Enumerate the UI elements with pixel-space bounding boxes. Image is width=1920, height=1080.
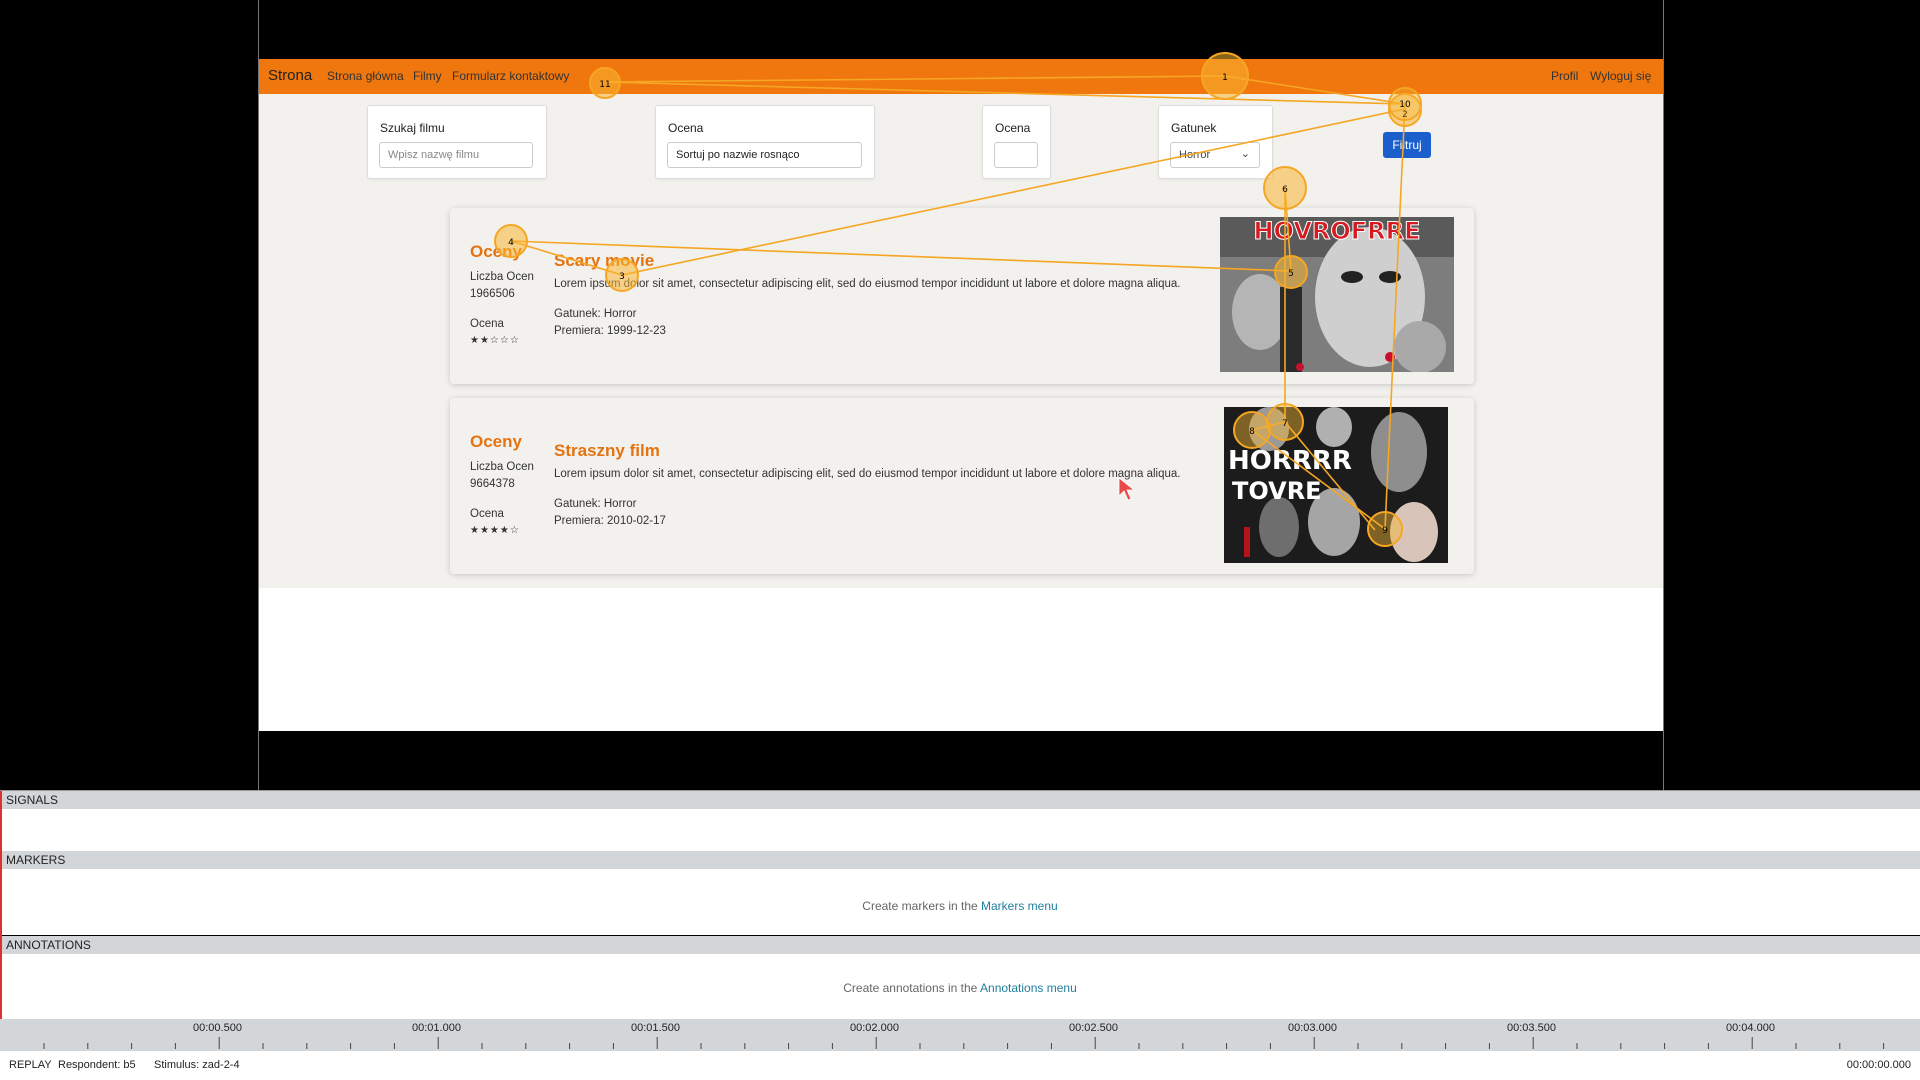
respondent-label: Respondent: b5 <box>58 1059 136 1071</box>
fixation-6: 6 <box>1263 166 1307 210</box>
fixation-label: 6 <box>1282 185 1288 195</box>
fixation-label: 4 <box>508 238 514 248</box>
annotations-panel: Create annotations in the Annotations me… <box>0 954 1920 1019</box>
fixation-label: 11 <box>599 80 610 90</box>
fixation-label: 7 <box>1282 419 1288 429</box>
mouse-cursor-icon <box>1118 477 1136 501</box>
fixation-5: 5 <box>1274 255 1308 289</box>
annotations-panel-header[interactable]: ANNOTATIONS <box>0 936 1920 954</box>
fixation-label: 8 <box>1249 427 1255 437</box>
markers-hint: Create markers in the Markers menu <box>0 899 1920 913</box>
fixation-8: 8 <box>1233 411 1271 449</box>
fixation-label: 9 <box>1382 526 1388 536</box>
markers-panel-header[interactable]: MARKERS <box>0 851 1920 869</box>
timeline-label: 00:01.000 <box>412 1022 461 1034</box>
fixation-4: 4 <box>494 224 528 258</box>
timeline-label: 00:00.500 <box>193 1022 242 1034</box>
timeline-label: 00:04.000 <box>1726 1022 1775 1034</box>
fixation-9: 9 <box>1367 511 1403 547</box>
annotations-hint: Create annotations in the Annotations me… <box>0 981 1920 995</box>
playhead-marker[interactable] <box>0 791 2 1019</box>
fixation-label: 10 <box>1399 100 1411 110</box>
timeline-ruler[interactable]: 00:00.500 00:01.000 00:01.500 00:02.000 … <box>0 1019 1920 1051</box>
status-bar: REPLAY Respondent: b5 Stimulus: zad-2-4 … <box>0 1051 1920 1080</box>
timeline-label: 00:01.500 <box>631 1022 680 1034</box>
stimulus-viewport: Strona Strona główna Filmy Formularz kon… <box>258 0 1664 790</box>
gaze-plot-overlay: 1 2 3 4 5 6 7 8 9 10 11 <box>494 52 1422 547</box>
fixation-label: 5 <box>1288 269 1294 279</box>
fixation-3: 3 <box>605 258 639 292</box>
annotations-menu-link[interactable]: Annotations menu <box>980 981 1077 995</box>
mode-label: REPLAY <box>9 1059 52 1071</box>
annotations-hint-text: Create annotations in the <box>843 981 981 995</box>
timeline-label: 00:03.000 <box>1288 1022 1337 1034</box>
signals-panel-header[interactable]: SIGNALS <box>0 791 1920 809</box>
fixation-7: 7 <box>1266 403 1304 441</box>
signals-panel <box>0 809 1920 851</box>
timeline-label: 00:03.500 <box>1507 1022 1556 1034</box>
scanpath-line <box>510 75 1406 531</box>
timeline-ticks <box>43 1037 1885 1049</box>
fixation-11: 11 <box>589 67 621 99</box>
fixations: 1 2 3 4 5 6 7 8 9 10 11 <box>494 52 1422 547</box>
markers-panel: Create markers in the Markers menu <box>0 869 1920 935</box>
fixation-label: 3 <box>619 272 625 282</box>
scanpath-line <box>1284 421 1376 531</box>
markers-menu-link[interactable]: Markers menu <box>981 899 1058 913</box>
time-display: 00:00:00.000 <box>1846 1059 1911 1071</box>
fixation-1: 1 <box>1201 52 1249 100</box>
fixation-10: 10 <box>1388 87 1422 121</box>
markers-hint-text: Create markers in the <box>862 899 982 913</box>
stimulus-label: Stimulus: zad-2-4 <box>154 1059 240 1071</box>
fixation-label: 1 <box>1222 73 1228 83</box>
timeline-label: 00:02.000 <box>850 1022 899 1034</box>
timeline-label: 00:02.500 <box>1069 1022 1118 1034</box>
